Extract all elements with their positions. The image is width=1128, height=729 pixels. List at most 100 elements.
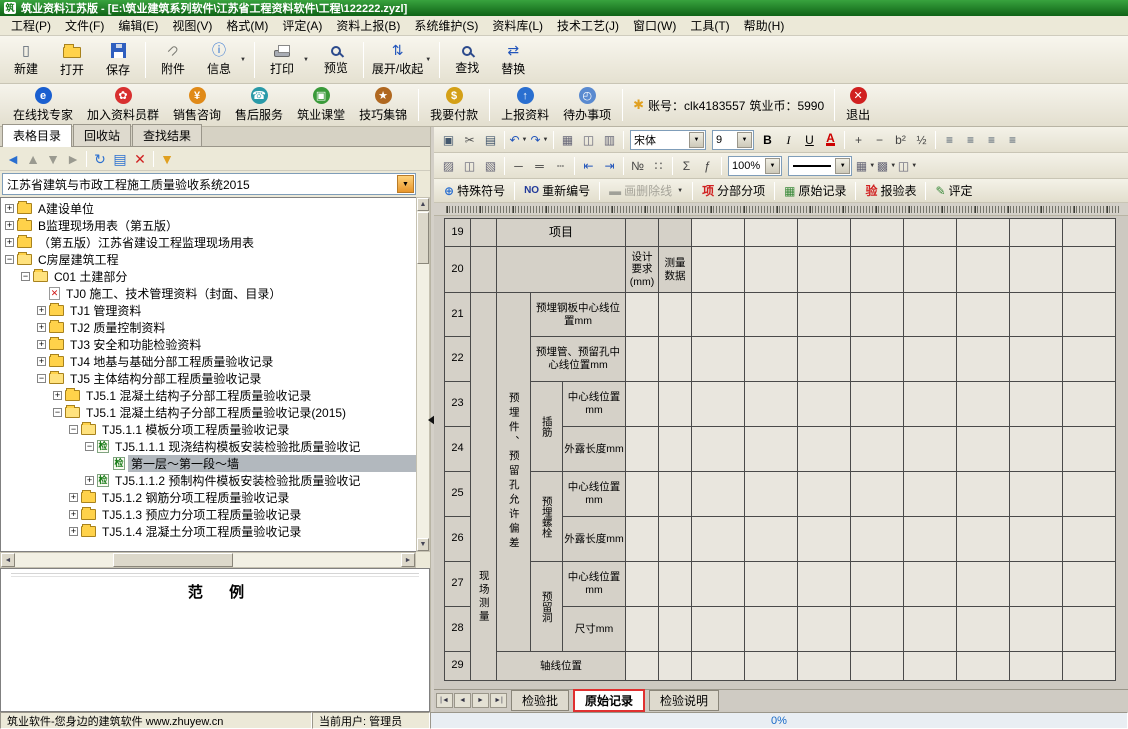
tree-item[interactable]: −C房屋建筑工程 (1, 251, 416, 268)
tab-表格目录[interactable]: 表格目录 (2, 124, 72, 147)
grid-cell[interactable] (626, 607, 659, 652)
font-family-dropdown-icon[interactable]: ▼ (689, 132, 704, 148)
grid-cell[interactable] (798, 562, 851, 607)
grid-cell[interactable] (659, 382, 692, 427)
exit-button[interactable]: ✕退出 (839, 85, 877, 125)
grid-cell[interactable] (798, 247, 851, 293)
grid-cell[interactable] (626, 652, 659, 681)
sales-consult-button[interactable]: ¥销售咨询 (166, 85, 228, 125)
single-line-button[interactable]: ─ (508, 156, 529, 176)
grid-cell[interactable] (745, 382, 798, 427)
grid-cell[interactable] (798, 652, 851, 681)
tree-expand-toggle[interactable]: − (85, 442, 94, 451)
insert-table-button[interactable]: ▦ (557, 130, 578, 150)
tree-item[interactable]: +TJ2 质量控制资料 (1, 319, 416, 336)
grid-cell[interactable] (957, 382, 1010, 427)
grid-cell[interactable] (798, 337, 851, 382)
tree-item[interactable]: +TJ5.1 混凝土结构子分部工程质量验收记录 (1, 387, 416, 404)
grid-cell[interactable] (1010, 427, 1063, 472)
tips-button[interactable]: ★技巧集锦 (352, 85, 414, 125)
tree-item-label[interactable]: TJ5.1.1.2 预制构件模板安装检验批质量验收记 (112, 472, 363, 489)
menu-item[interactable]: 评定(A) (275, 15, 329, 36)
scroll-thumb[interactable] (417, 212, 429, 264)
cell-item-header[interactable]: 项目 (497, 219, 626, 247)
underline-button[interactable]: U (799, 130, 820, 150)
dropdown-arrow-icon[interactable]: ▼ (425, 57, 431, 63)
print-button[interactable]: 打印▼ (260, 38, 312, 82)
tree-item[interactable]: ✕TJ0 施工、技术管理资料（封面、目录） (1, 285, 416, 302)
grid-cell[interactable] (692, 219, 745, 247)
tree-expand-toggle[interactable]: + (69, 527, 78, 536)
grid-cell[interactable] (1010, 562, 1063, 607)
grid-cell[interactable] (957, 337, 1010, 382)
bullet-list-button[interactable]: ∷ (648, 156, 669, 176)
down-button[interactable]: ▼ (43, 149, 63, 169)
tree-expand-toggle[interactable]: − (69, 425, 78, 434)
directory-select[interactable]: 江苏省建筑与市政工程施工质量验收系统2015 ▼ (2, 173, 416, 195)
tree-expand-toggle[interactable]: − (21, 272, 30, 281)
grid-cell[interactable] (659, 517, 692, 562)
grid-cell[interactable] (745, 219, 798, 247)
grid-cell[interactable] (626, 293, 659, 337)
grid-cell[interactable] (745, 517, 798, 562)
tree-item-label[interactable]: TJ0 施工、技术管理资料（封面、目录） (63, 285, 284, 302)
grid-cell[interactable] (1010, 219, 1063, 247)
grid-cell[interactable] (904, 562, 957, 607)
grid-cell[interactable] (904, 472, 957, 517)
grid-cell[interactable] (471, 247, 497, 293)
dropdown-arrow-icon[interactable]: ▼ (890, 163, 896, 169)
dropdown-arrow-icon[interactable]: ▼ (677, 188, 683, 194)
grid-cell[interactable] (1063, 247, 1116, 293)
join-group-button[interactable]: ✿加入资料员群 (80, 85, 166, 125)
tree-item[interactable]: +A建设单位 (1, 200, 416, 217)
grid-cell[interactable] (904, 247, 957, 293)
tree-item-label[interactable]: TJ5.1.1.1 现浇结构模板安装检验批质量验收记 (112, 438, 363, 455)
grid-cell[interactable] (692, 472, 745, 517)
grid-cell[interactable] (904, 219, 957, 247)
shrink-font-button[interactable]: − (869, 130, 890, 150)
grid-cell[interactable] (851, 427, 904, 472)
grid-cell[interactable] (659, 607, 692, 652)
font-size-dropdown-icon[interactable]: ▼ (737, 132, 752, 148)
tree-item[interactable]: 检第一层～第一段～墙 (1, 455, 416, 472)
border-style-button[interactable]: ◫ (459, 156, 480, 176)
border-color-button[interactable]: ▦▼ (855, 156, 876, 176)
cell-row26-label[interactable]: 外露长度mm (563, 517, 626, 562)
cell-row27-label[interactable]: 中心线位置mm (563, 562, 626, 607)
paste-button[interactable]: ▤ (480, 130, 501, 150)
grid-cell[interactable] (659, 562, 692, 607)
attachment-button[interactable]: ⊃附件 (151, 38, 195, 82)
row-header[interactable]: 28 (445, 607, 471, 652)
grid-cell[interactable] (745, 607, 798, 652)
grid-cell[interactable] (659, 427, 692, 472)
tree-vertical-scrollbar[interactable]: ▲ ▼ (416, 197, 430, 552)
tree-item-label[interactable]: TJ3 安全和功能检验资料 (67, 336, 204, 353)
cell-group-site-measure[interactable]: 现场测量 (471, 293, 497, 681)
grid-cell[interactable] (851, 247, 904, 293)
grid-cell[interactable] (1063, 427, 1116, 472)
align-left-button[interactable]: ≡ (939, 130, 960, 150)
row-header[interactable]: 21 (445, 293, 471, 337)
grid-cell[interactable] (745, 472, 798, 517)
grid-cell[interactable] (1010, 382, 1063, 427)
save-button[interactable]: 保存 (96, 38, 140, 82)
tree-item[interactable]: +TJ3 安全和功能检验资料 (1, 336, 416, 353)
menu-item[interactable]: 文件(F) (58, 15, 111, 36)
tree-item-label[interactable]: TJ5.1 混凝土结构子分部工程质量验收记录(2015) (83, 404, 349, 421)
indent-button[interactable]: ⇥ (599, 156, 620, 176)
tree-item-label[interactable]: TJ5.1.2 钢筋分项工程质量验收记录 (99, 489, 292, 506)
menu-item[interactable]: 帮助(H) (737, 15, 792, 36)
shading-button[interactable]: ▧ (480, 156, 501, 176)
cell-row25-label[interactable]: 中心线位置mm (563, 472, 626, 517)
tree-item-label[interactable]: TJ5.1.1 模板分项工程质量验收记录 (99, 421, 292, 438)
grid-cell[interactable] (904, 427, 957, 472)
grid-cell[interactable] (904, 517, 957, 562)
grid-cell[interactable] (1063, 517, 1116, 562)
grid-cell[interactable] (798, 293, 851, 337)
formula-button[interactable]: ƒ (697, 156, 718, 176)
font-size-select[interactable]: 9 ▼ (712, 130, 754, 150)
expand-collapse-button[interactable]: ⇅展开/收起▼ (369, 38, 434, 82)
cell-row22-label[interactable]: 预埋管、预留孔中心线位置mm (531, 337, 626, 382)
scroll-left-icon[interactable]: ◄ (1, 553, 15, 567)
row-header[interactable]: 20 (445, 247, 471, 293)
